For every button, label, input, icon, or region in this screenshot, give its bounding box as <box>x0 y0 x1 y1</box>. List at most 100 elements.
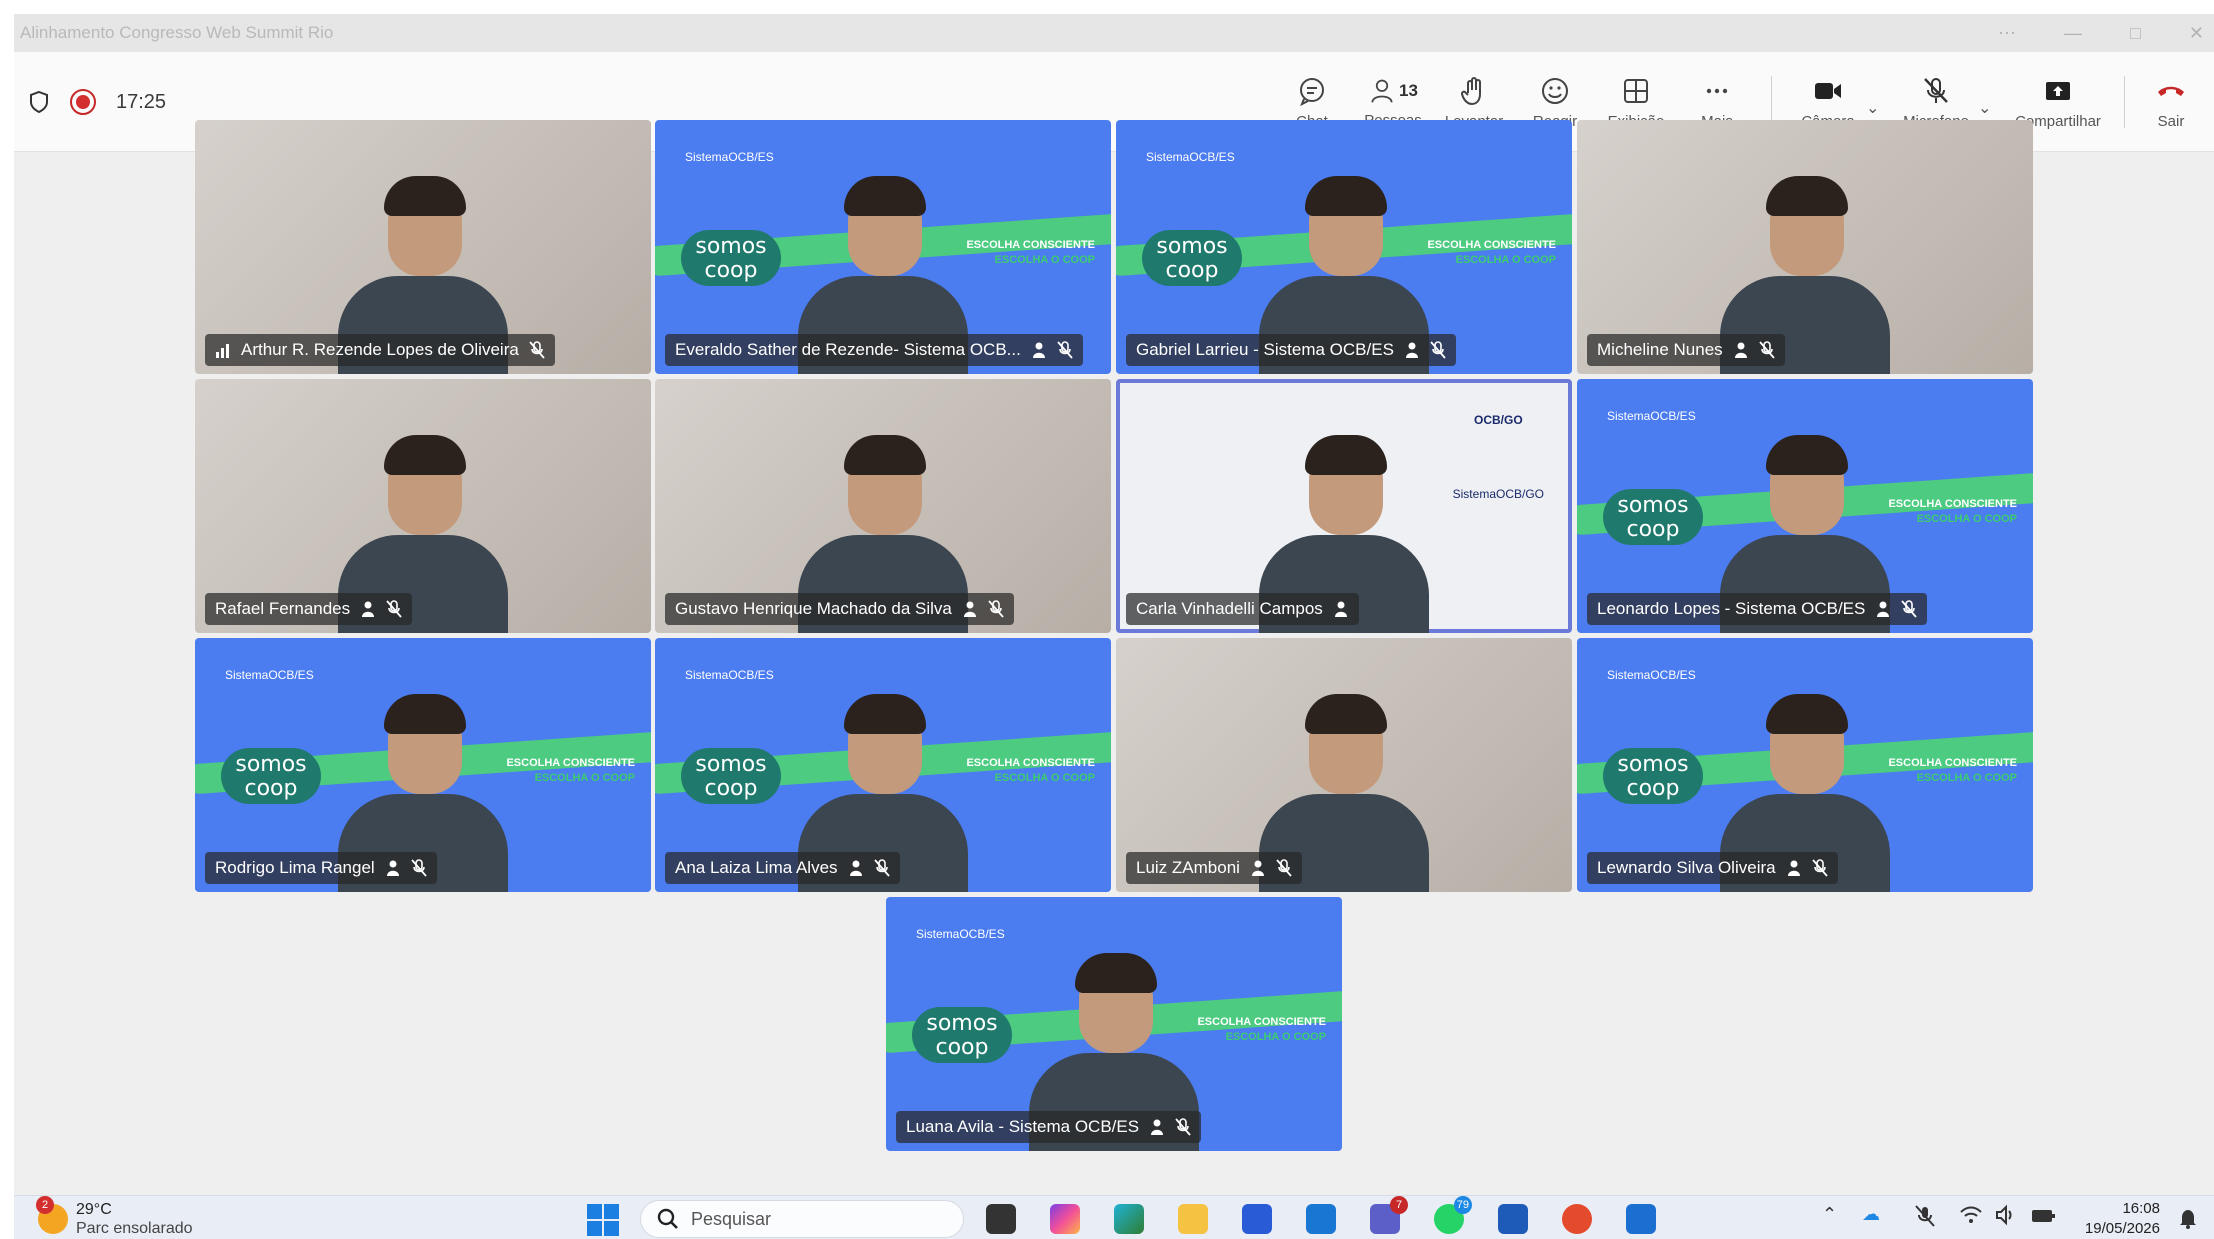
backdrop-tagline: ESCOLHA CONSCIENTE ESCOLHA O COOP <box>506 756 635 786</box>
word-icon[interactable] <box>1498 1204 1528 1234</box>
teams-badge: 7 <box>1390 1196 1408 1214</box>
participant-tile[interactable]: SistemaOCB/ES somos coop ESCOLHA CONSCIENTE… <box>655 638 1111 892</box>
ocb-go-logo: OCB/GO SistemaOCB/GO <box>1453 413 1544 501</box>
leave-button[interactable]: Sair <box>2136 52 2206 152</box>
logo-line-1: somos <box>1617 493 1689 518</box>
participant-tile[interactable]: SistemaOCB/ES somos coop ESCOLHA CONSCIENTE… <box>1116 120 1572 374</box>
camera-options-chevron-icon[interactable]: ⌄ <box>1866 98 1879 118</box>
shield-icon[interactable] <box>28 90 50 114</box>
logo-line-2: coop <box>244 776 298 801</box>
toolbar-left: 17:25 <box>28 52 166 152</box>
file-explorer-icon[interactable] <box>1178 1204 1208 1234</box>
show-hidden-icons-chevron-icon[interactable]: ⌃ <box>1822 1204 1837 1225</box>
backdrop-tagline: ESCOLHA CONSCIENTE ESCOLHA O COOP <box>1888 756 2017 786</box>
participant-tile[interactable]: OCB/GO SistemaOCB/GO Carla Vinhadelli Camp… <box>1116 379 1572 633</box>
backdrop-tagline: ESCOLHA CONSCIENTE ESCOLHA O COOP <box>1197 1015 1326 1045</box>
participant-tile[interactable]: Rafael Fernandes <box>195 379 651 633</box>
mic-muted-icon <box>1901 600 1918 618</box>
microphone-muted-tray-icon[interactable] <box>1914 1204 1936 1228</box>
pdf-reader-icon[interactable] <box>1562 1204 1592 1234</box>
mic-muted-icon <box>1811 859 1828 877</box>
more-options-icon[interactable]: ⋯ <box>1998 23 2016 44</box>
copilot-icon[interactable] <box>1050 1204 1080 1234</box>
weather-widget[interactable]: 2 29°C Parc ensolarado <box>36 1196 193 1238</box>
person-badge-icon <box>1405 342 1418 358</box>
mic-muted-icon <box>529 341 545 359</box>
wifi-icon[interactable] <box>1959 1204 1983 1226</box>
participant-tile[interactable]: SistemaOCB/ES somos coop ESCOLHA CONSCIENTE… <box>1577 379 2033 633</box>
person-badge-icon <box>1787 860 1800 876</box>
ellipsis-icon <box>1706 88 1728 93</box>
task-view-icon[interactable] <box>986 1204 1016 1234</box>
participant-name: Rodrigo Lima Rangel <box>215 858 375 877</box>
taskbar-time: 16:08 <box>2122 1200 2160 1217</box>
person-badge-icon <box>1334 601 1347 617</box>
participant-nameplate: Luiz ZAmboni <box>1126 852 1302 884</box>
logo-line-1: somos <box>695 234 767 259</box>
participant-tile[interactable]: Micheline Nunes <box>1577 120 2033 374</box>
participant-tile[interactable]: SistemaOCB/ES somos coop ESCOLHA CONSCIENTE… <box>886 897 1342 1151</box>
logo-line-2: coop <box>1626 517 1680 542</box>
mic-muted-icon <box>411 859 427 877</box>
microphone-options-chevron-icon[interactable]: ⌄ <box>1978 98 1991 118</box>
participant-tile[interactable]: Luiz ZAmboni <box>1116 638 1572 892</box>
teams-meeting-window: Alinhamento Congresso Web Summit Rio ⋯ —… <box>14 14 2214 1239</box>
whatsapp-icon[interactable]: 79 <box>1434 1196 1472 1234</box>
person-badge-icon <box>1877 601 1890 617</box>
participant-tile[interactable]: SistemaOCB/ES somos coop ESCOLHA CONSCIENTE… <box>1577 638 2033 892</box>
logo-line-1: somos <box>235 752 307 777</box>
person-badge-icon <box>849 860 862 876</box>
close-button[interactable]: ✕ <box>2189 23 2204 44</box>
taskbar-clock[interactable]: 16:08 19/05/2026 <box>2085 1199 2160 1239</box>
weather-condition: Parc ensolarado <box>76 1220 193 1237</box>
toolbar-divider <box>2124 76 2125 128</box>
tagline-line-1: ESCOLHA CONSCIENTE <box>1888 498 2017 510</box>
share-screen-icon <box>2046 81 2070 100</box>
grid-view-icon <box>1624 78 1648 103</box>
participant-nameplate: Rafael Fernandes <box>205 593 413 625</box>
participant-name: Rafael Fernandes <box>215 599 351 618</box>
edge-browser-icon[interactable] <box>1114 1204 1144 1234</box>
participant-name: Carla Vinhadelli Campos <box>1136 599 1323 618</box>
person-badge-icon <box>1032 342 1045 358</box>
backdrop-brand: SistemaOCB/ES <box>1607 409 1696 423</box>
logo-line-1: somos <box>695 752 767 777</box>
somos-coop-logo: somos coop <box>681 748 781 804</box>
somos-coop-logo: somos coop <box>1603 748 1703 804</box>
backdrop-brand: SistemaOCB/ES <box>1146 150 1235 164</box>
minimize-button[interactable]: — <box>2064 23 2082 44</box>
tagline-line-1: ESCOLHA CONSCIENTE <box>1197 1016 1326 1028</box>
person-badge-icon <box>362 601 375 617</box>
notification-bell-icon[interactable] <box>2176 1206 2200 1230</box>
somos-coop-logo: somos coop <box>681 230 781 286</box>
somos-coop-logo: somos coop <box>1603 489 1703 545</box>
participant-tile[interactable]: SistemaOCB/ES somos coop ESCOLHA CONSCIENTE… <box>195 638 651 892</box>
people-count: 13 <box>1399 80 1418 100</box>
weather-text: 29°C Parc ensolarado <box>76 1200 193 1238</box>
window-controls: ⋯ — □ ✕ <box>1998 14 2204 52</box>
meeting-timer: 17:25 <box>116 90 167 113</box>
teams-icon[interactable]: 7 <box>1370 1196 1408 1234</box>
speaker-icon[interactable] <box>1994 1204 2018 1226</box>
battery-plugged-icon[interactable] <box>2030 1204 2056 1226</box>
somos-coop-logo: somos coop <box>221 748 321 804</box>
taskbar-date: 19/05/2026 <box>2084 1220 2160 1237</box>
logo-line-2: coop <box>704 258 758 283</box>
participant-tile[interactable]: SistemaOCB/ES somos coop ESCOLHA CONSCIENTE… <box>655 120 1111 374</box>
tagline-line-2: ESCOLHA O COOP <box>534 772 635 784</box>
mic-muted-icon <box>1175 1118 1191 1136</box>
weather-badge: 2 <box>36 1196 54 1214</box>
person-badge-icon <box>1734 342 1747 358</box>
onedrive-icon[interactable]: ☁ <box>1862 1204 1880 1225</box>
trello-icon[interactable] <box>1626 1204 1656 1234</box>
outlook-icon[interactable] <box>1306 1204 1336 1234</box>
participant-tile[interactable]: Gustavo Henrique Machado da Silva <box>655 379 1111 633</box>
windows-start-icon[interactable] <box>587 1204 619 1236</box>
taskbar-search[interactable]: Pesquisar <box>640 1200 964 1238</box>
ocb-go-subtitle: SistemaOCB/GO <box>1452 487 1544 501</box>
maximize-button[interactable]: □ <box>2130 23 2141 44</box>
somos-coop-logo: somos coop <box>912 1007 1012 1063</box>
microsoft-store-icon[interactable] <box>1242 1204 1272 1234</box>
participant-tile[interactable]: Arthur R. Rezende Lopes de Oliveira <box>195 120 651 374</box>
video-camera-icon <box>1815 82 1841 99</box>
